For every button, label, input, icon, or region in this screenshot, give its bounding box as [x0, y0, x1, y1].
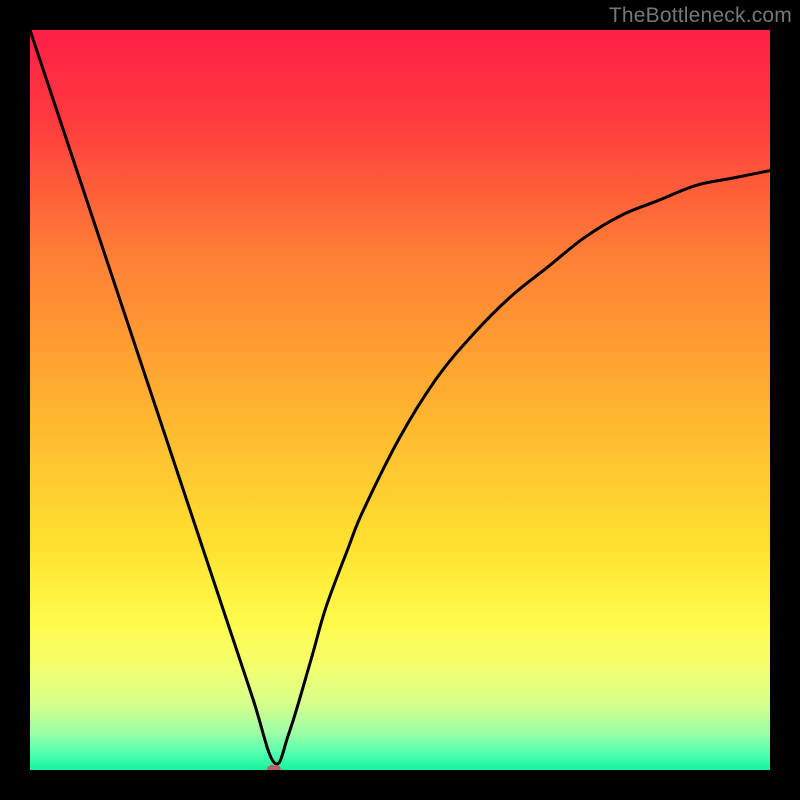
plot-area — [30, 30, 770, 770]
watermark-text: TheBottleneck.com — [609, 4, 792, 28]
bottleneck-curve — [30, 30, 770, 770]
chart-frame: TheBottleneck.com — [0, 0, 800, 800]
optimal-marker — [267, 765, 281, 770]
